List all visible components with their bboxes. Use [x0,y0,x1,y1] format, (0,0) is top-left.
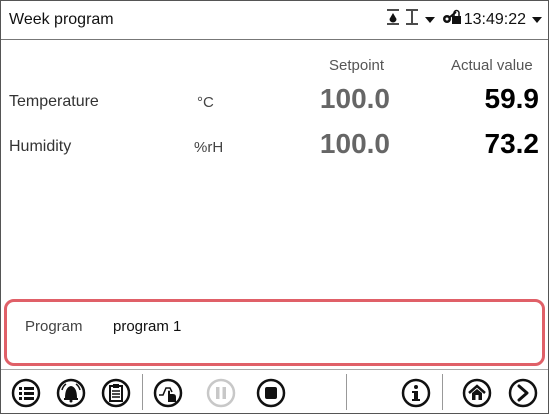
alarm-icon[interactable] [56,378,86,408]
stop-icon[interactable] [256,378,286,408]
toolbar-separator [142,374,143,410]
home-icon[interactable] [462,378,492,408]
program-name: program 1 [113,318,182,335]
toolbar-separator [442,374,443,410]
controller-screen: Week program 13:49:22 Setpoint Actual va… [0,0,549,414]
next-icon[interactable] [508,378,538,408]
pause-icon [206,378,236,408]
temperature-unit: °C [197,94,214,111]
program-info-box[interactable]: Program program 1 [4,299,545,366]
setpoint-column-header: Setpoint [329,57,385,74]
clipboard-icon[interactable] [101,378,131,408]
menu-icon[interactable] [11,378,41,408]
temperature-actual-value: 59.9 [484,83,540,114]
time-dropdown-icon[interactable] [532,11,542,29]
humidity-status-icon [386,9,399,30]
title-bar: Week program 13:49:22 [1,1,548,40]
program-start-icon[interactable] [153,378,183,408]
toolbar-separator [346,374,347,410]
humidity-actual-value: 73.2 [484,128,540,159]
status-area: 13:49:22 [386,9,542,30]
humidity-label: Humidity [9,138,72,155]
temperature-setpoint[interactable]: 100.0 [270,83,390,115]
program-label: Program [25,318,83,335]
bottom-toolbar [1,369,548,414]
actual-value-column-header: Actual value [451,57,533,74]
temperature-label: Temperature [9,93,99,110]
lock-key-icon [442,9,462,30]
humidity-unit: %rH [194,139,224,156]
humidity-setpoint[interactable]: 100.0 [270,128,390,160]
info-icon[interactable] [401,378,431,408]
dropdown-arrow-icon[interactable] [424,11,435,29]
clock-time: 13:49:22 [463,10,526,28]
page-title: Week program [9,11,114,28]
temperature-status-icon [405,9,418,30]
